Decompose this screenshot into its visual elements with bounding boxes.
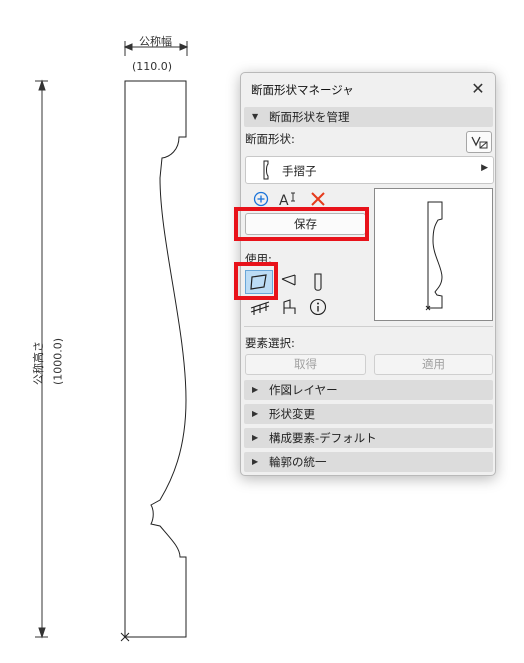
height-label: 公称高さ [32, 341, 45, 385]
height-value: (1000.0) [51, 337, 65, 386]
profile-label: 断面形状: [245, 132, 295, 146]
collapsed-triangle-icon: ▶ [252, 433, 259, 442]
profile-manager-dialog: 断面形状マネージャ ✕ ▼ 断面形状を管理 断面形状: 手摺子 ▶ A 保存 使… [234, 72, 496, 476]
collapsed-triangle-icon: ▶ [252, 385, 259, 394]
section-drawing-layer[interactable]: ▶ 作図レイヤー [244, 380, 493, 400]
section-label: 輪郭の統一 [269, 455, 327, 469]
section-divider [244, 326, 493, 327]
selected-profile-name: 手摺子 [282, 164, 317, 178]
info-icon[interactable] [307, 296, 329, 318]
close-icon[interactable]: ✕ [469, 80, 487, 98]
collapsed-triangle-icon: ▶ [252, 457, 259, 466]
section-manage-profiles[interactable]: ▼ 断面形状を管理 [244, 107, 493, 127]
profile-select[interactable]: 手摺子 ▶ [245, 156, 494, 184]
section-manage-label: 断面形状を管理 [269, 110, 350, 124]
profile-preview [374, 188, 493, 321]
dialog-titlebar[interactable]: 断面形状マネージャ ✕ [241, 73, 495, 105]
section-label: 構成要素-デフォルト [269, 431, 377, 445]
section-label: 作図レイヤー [269, 383, 338, 397]
dialog-title: 断面形状マネージャ [251, 83, 354, 97]
save-highlight-box [234, 207, 369, 241]
expanded-triangle-icon: ▼ [252, 112, 259, 121]
section-components-default[interactable]: ▶ 構成要素-デフォルト [244, 428, 493, 448]
railing-tool-icon[interactable] [249, 296, 271, 318]
preview-profile-shape [425, 201, 443, 311]
section-contour-unify[interactable]: ▶ 輪郭の統一 [244, 452, 493, 472]
beam-tool-icon[interactable] [279, 271, 301, 293]
element-select-label: 要素選択: [245, 336, 295, 350]
wall-tool-highlight-box [234, 262, 278, 300]
profile-settings-icon [471, 136, 488, 149]
apply-button[interactable]: 適用 [374, 354, 493, 375]
section-label: 形状変更 [269, 407, 315, 421]
baluster-profile-icon [263, 160, 269, 180]
section-shape-modify[interactable]: ▶ 形状変更 [244, 404, 493, 424]
collapsed-triangle-icon: ▶ [252, 409, 259, 418]
profile-outline [124, 80, 187, 638]
profile-settings-button[interactable] [466, 131, 492, 153]
width-value: (110.0) [132, 60, 173, 73]
object-tool-icon[interactable] [278, 296, 300, 318]
dropdown-arrow-icon: ▶ [481, 163, 488, 173]
width-label: 公称幅 [139, 35, 172, 48]
get-button[interactable]: 取得 [245, 354, 366, 375]
column-tool-icon[interactable] [307, 271, 329, 293]
